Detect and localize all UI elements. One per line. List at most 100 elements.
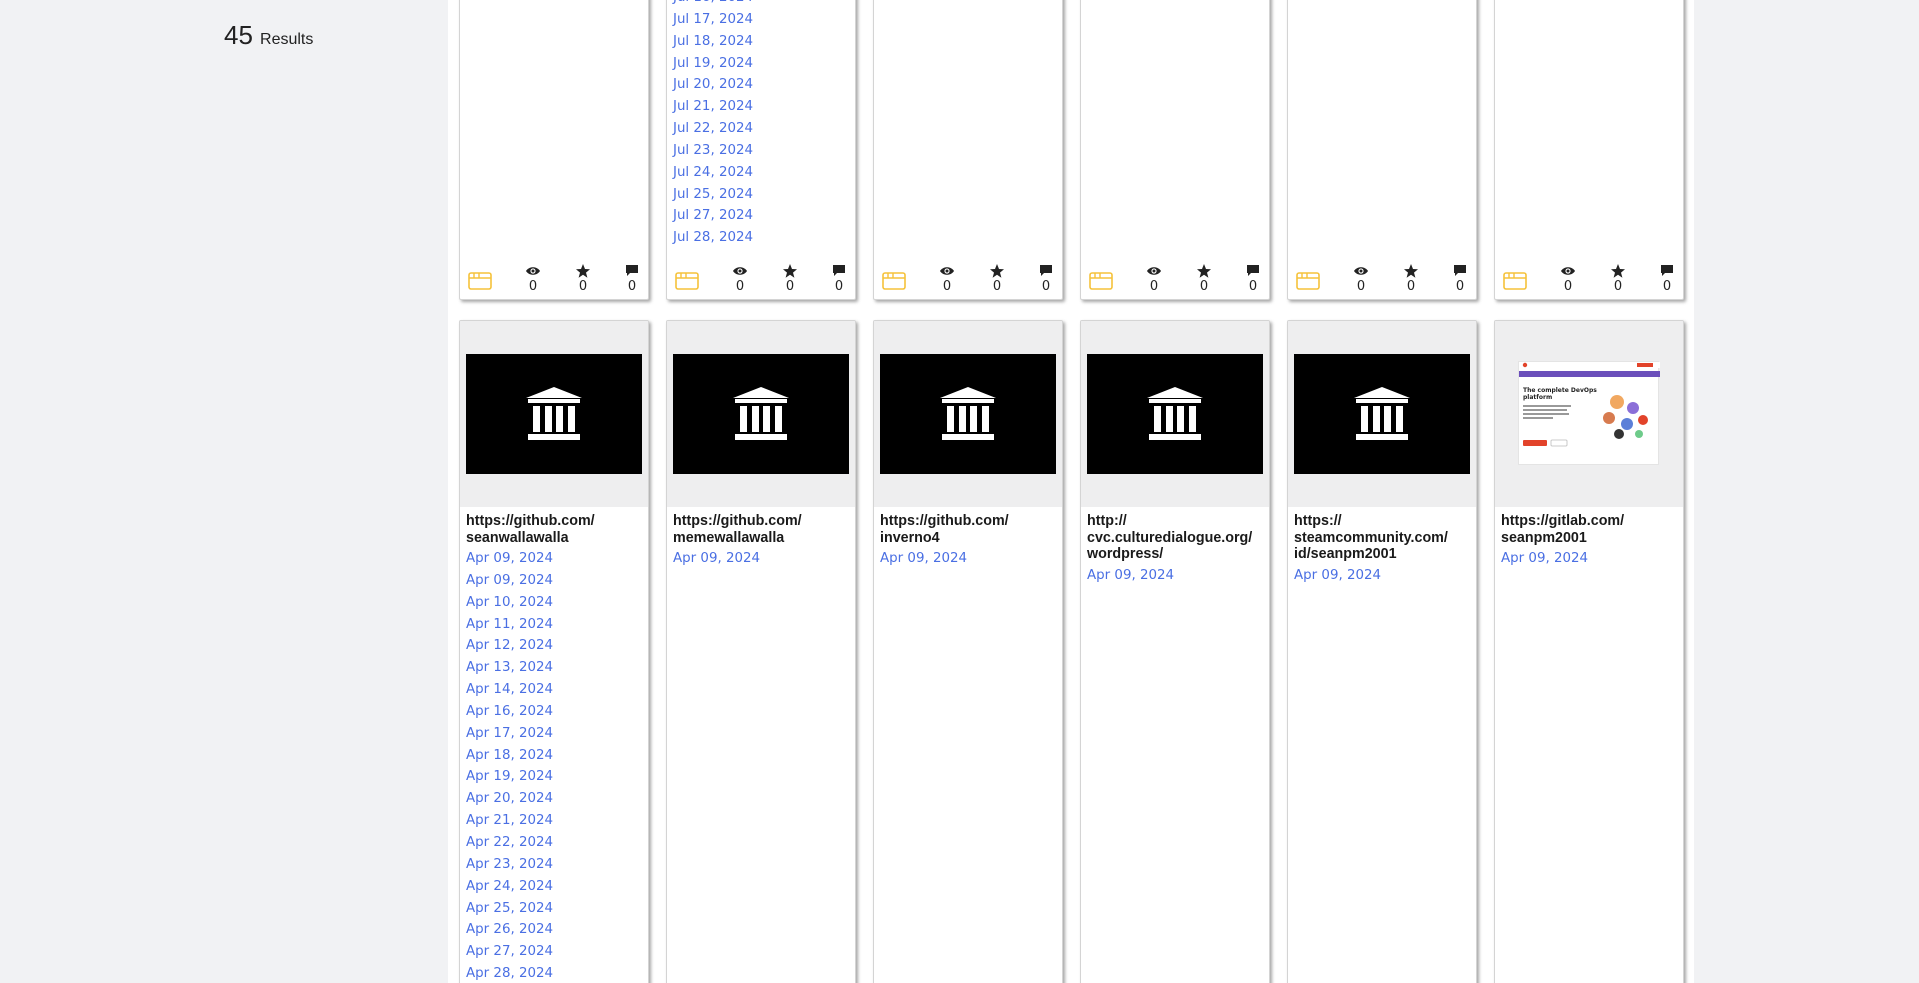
eye-icon: [1147, 267, 1161, 275]
result-url-line: https://gitlab.com/: [1501, 513, 1625, 529]
archive-building-icon: [526, 387, 582, 440]
capture-date-link[interactable]: Apr 26, 2024: [466, 919, 642, 941]
result-card[interactable]: https://github.com/inverno4 Apr 09, 2024: [873, 320, 1063, 983]
thumbnail-icon: [882, 272, 906, 290]
capture-date-link[interactable]: Apr 12, 2024: [466, 635, 642, 657]
result-card[interactable]: https://github.com/memewallawalla Apr 09,…: [666, 320, 856, 983]
views-count: 0: [1563, 279, 1573, 294]
capture-date-link[interactable]: Apr 09, 2024: [1501, 548, 1677, 570]
capture-date-link[interactable]: Apr 16, 2024: [466, 701, 642, 723]
thumbnail[interactable]: The complete DevOps platform: [1495, 321, 1683, 507]
archive-building-icon: [1354, 387, 1410, 440]
capture-date-link[interactable]: Jul 21, 2024: [673, 96, 849, 118]
result-url[interactable]: https://github.com/seanwallawalla: [466, 513, 644, 546]
capture-date-link[interactable]: Apr 22, 2024: [466, 832, 642, 854]
result-card[interactable]: 0 0 0: [459, 0, 649, 300]
capture-date-link[interactable]: Apr 09, 2024: [466, 570, 642, 592]
capture-date-link[interactable]: Apr 20, 2024: [466, 788, 642, 810]
capture-date-link[interactable]: Apr 27, 2024: [466, 941, 642, 963]
capture-date-link[interactable]: Jul 25, 2024: [673, 184, 849, 206]
capture-date-link[interactable]: Apr 09, 2024: [1087, 565, 1263, 587]
stat-comments: 0: [1652, 263, 1682, 295]
result-card[interactable]: 0 0 0: [1494, 0, 1684, 300]
eye-icon: [526, 267, 540, 275]
capture-date-link[interactable]: Apr 18, 2024: [466, 745, 642, 767]
result-url[interactable]: https://steamcommunity.com/id/seanpm2001: [1294, 513, 1472, 563]
capture-date-link[interactable]: Apr 24, 2024: [466, 876, 642, 898]
likes-count: 0: [992, 279, 1002, 294]
gitlab-page-preview: The complete DevOps platform: [1519, 362, 1660, 447]
result-card[interactable]: 0 0 0: [873, 0, 1063, 300]
result-url[interactable]: https://github.com/inverno4: [880, 513, 1058, 546]
result-url-line: seanpm2001: [1501, 529, 1587, 546]
thumbnail[interactable]: [460, 321, 648, 507]
capture-date-link[interactable]: Jul 18, 2024: [673, 31, 849, 53]
thumbnail[interactable]: [1081, 321, 1269, 507]
likes-count: 0: [785, 279, 795, 294]
comments-count: 0: [1248, 279, 1258, 294]
stat-likes: 0: [1189, 263, 1219, 295]
views-count: 0: [942, 279, 952, 294]
capture-date-link[interactable]: Apr 11, 2024: [466, 614, 642, 636]
capture-date-link[interactable]: Apr 14, 2024: [466, 679, 642, 701]
thumbnail-icon: [1296, 272, 1320, 290]
capture-dates: Apr 09, 2024: [1294, 565, 1470, 587]
archive-thumbnail: [1294, 354, 1470, 474]
capture-date-link[interactable]: Jul 17, 2024: [673, 9, 849, 31]
thumbnail[interactable]: [874, 321, 1062, 507]
archive-building-icon: [1147, 387, 1203, 440]
capture-date-link[interactable]: Jul 16, 2024: [673, 0, 849, 9]
thumbnail-icon: [1503, 272, 1527, 290]
stat-views: 0: [1139, 263, 1169, 295]
comment-icon: [1247, 265, 1259, 276]
capture-date-link[interactable]: Jul 22, 2024: [673, 118, 849, 140]
thumbnail[interactable]: [667, 321, 855, 507]
capture-date-link[interactable]: Apr 09, 2024: [466, 548, 642, 570]
archive-thumbnail: [673, 354, 849, 474]
card-stats: 0 0 0: [1288, 259, 1476, 299]
result-card[interactable]: 0 0 0: [1080, 0, 1270, 300]
capture-date-link[interactable]: Jul 27, 2024: [673, 205, 849, 227]
results-count: 45 Results: [224, 20, 313, 51]
result-card[interactable]: Jul 16, 2024Jul 17, 2024Jul 18, 2024Jul …: [666, 0, 856, 300]
capture-date-link[interactable]: Apr 13, 2024: [466, 657, 642, 679]
capture-date-link[interactable]: Jul 19, 2024: [673, 53, 849, 75]
capture-dates: Apr 09, 2024: [1087, 565, 1263, 587]
capture-dates: Apr 09, 2024: [673, 548, 849, 570]
capture-date-link[interactable]: Jul 23, 2024: [673, 140, 849, 162]
capture-date-link[interactable]: Apr 10, 2024: [466, 592, 642, 614]
result-card[interactable]: https://steamcommunity.com/id/seanpm2001…: [1287, 320, 1477, 983]
capture-date-link[interactable]: Apr 19, 2024: [466, 766, 642, 788]
sidebar: 45 Results: [0, 0, 448, 983]
capture-date-link[interactable]: Apr 09, 2024: [1294, 565, 1470, 587]
capture-date-link[interactable]: Apr 09, 2024: [673, 548, 849, 570]
card-stats: 0 0 0: [1495, 259, 1683, 299]
result-url[interactable]: http://cvc.culturedialogue.org/wordpress…: [1087, 513, 1265, 563]
result-url-line: https://github.com/: [673, 513, 802, 529]
capture-date-link[interactable]: Apr 25, 2024: [466, 898, 642, 920]
result-card[interactable]: http://cvc.culturedialogue.org/wordpress…: [1080, 320, 1270, 983]
result-url[interactable]: https://github.com/memewallawalla: [673, 513, 851, 546]
comment-icon: [1040, 265, 1052, 276]
capture-date-link[interactable]: Jul 24, 2024: [673, 162, 849, 184]
result-card[interactable]: 0 0 0: [1287, 0, 1477, 300]
result-card[interactable]: The complete DevOps platform https://git…: [1494, 320, 1684, 983]
capture-date-link[interactable]: Apr 28, 2024: [466, 963, 642, 983]
svg-text:The complete DevOps: The complete DevOps: [1523, 387, 1597, 394]
capture-date-link[interactable]: Apr 21, 2024: [466, 810, 642, 832]
capture-date-link[interactable]: Jul 28, 2024: [673, 227, 849, 249]
stat-likes: 0: [775, 263, 805, 295]
result-card[interactable]: https://github.com/seanwallawalla Apr 09,…: [459, 320, 649, 983]
capture-date-link[interactable]: Apr 09, 2024: [880, 548, 1056, 570]
capture-date-link[interactable]: Jul 20, 2024: [673, 74, 849, 96]
result-url-line: id/seanpm2001: [1294, 546, 1397, 562]
stat-views: 0: [1346, 263, 1376, 295]
eye-icon: [1561, 267, 1575, 275]
capture-date-link[interactable]: Apr 17, 2024: [466, 723, 642, 745]
thumbnail-icon: [675, 272, 699, 290]
views-count: 0: [1356, 279, 1366, 294]
result-url[interactable]: https://gitlab.com/seanpm2001: [1501, 513, 1679, 546]
comment-icon: [1661, 265, 1673, 276]
thumbnail[interactable]: [1288, 321, 1476, 507]
capture-date-link[interactable]: Apr 23, 2024: [466, 854, 642, 876]
